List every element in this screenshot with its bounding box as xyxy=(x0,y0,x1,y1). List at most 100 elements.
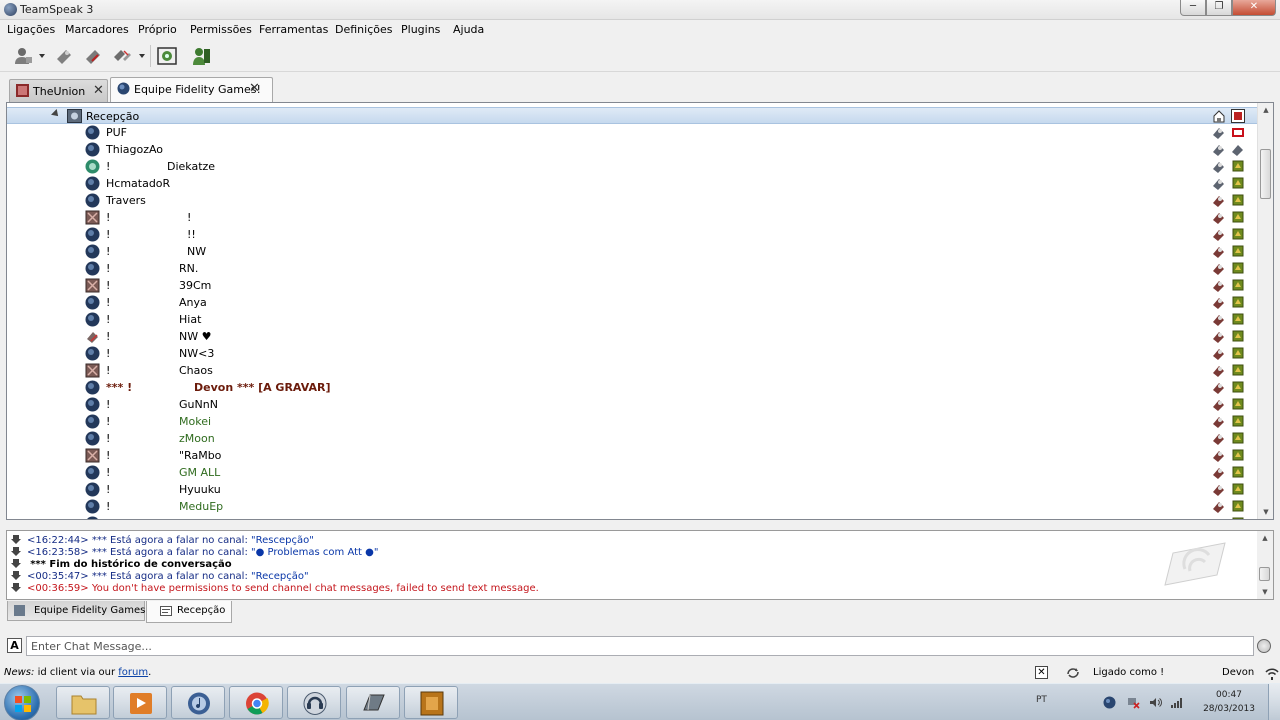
sync-icon[interactable] xyxy=(1065,666,1081,680)
client-row[interactable]: ! zMoon xyxy=(7,430,1257,447)
windows-taskbar: PT 00:47 28/03/2013 xyxy=(0,683,1280,720)
news-tail: . xyxy=(148,667,152,678)
client-group-icon xyxy=(1213,298,1224,309)
client-row[interactable]: ! MeduEp xyxy=(7,498,1257,515)
teamspeak-icon xyxy=(4,3,17,16)
client-row[interactable]: ! NW<3 xyxy=(7,345,1257,362)
bookmark-icon[interactable] xyxy=(53,45,75,67)
client-row[interactable]: !!! xyxy=(7,226,1257,243)
client-row[interactable]: ! Hyuuku xyxy=(7,481,1257,498)
client-row[interactable]: ! Mokei xyxy=(7,413,1257,430)
tray-teamspeak-icon[interactable] xyxy=(1103,696,1116,709)
client-row[interactable]: *** ! Devon *** [A GRAVAR] xyxy=(7,379,1257,396)
menu-permissoes[interactable]: Permissões xyxy=(190,23,252,36)
client-row[interactable]: ! GM ALL xyxy=(7,464,1257,481)
text-format-button[interactable]: A xyxy=(7,638,22,653)
collapse-arrow-icon[interactable] xyxy=(51,109,61,119)
scroll-down-icon[interactable]: ▼ xyxy=(1258,505,1273,519)
connection-status: Ligado como ! xyxy=(1093,667,1165,678)
minimize-button[interactable]: ─ xyxy=(1180,0,1206,16)
client-row[interactable]: ! NW xyxy=(7,243,1257,260)
chat-message-input[interactable] xyxy=(26,636,1254,656)
log-scroll-down-icon[interactable]: ▼ xyxy=(1257,585,1273,599)
log-entry: <00:36:59> You don't have permissions to… xyxy=(11,582,539,594)
disconnect-icon[interactable] xyxy=(82,45,104,67)
menu-marcadores[interactable]: Marcadores xyxy=(65,23,129,36)
menu-plugins[interactable]: Plugins xyxy=(401,23,440,36)
log-channel-link[interactable]: "Rescepção" xyxy=(251,535,314,546)
client-prefix: ! xyxy=(106,279,111,292)
menu-ligacoes[interactable]: Ligações xyxy=(7,23,55,36)
mute-microphone-icon[interactable] xyxy=(156,45,178,67)
channel-row[interactable]: Recepção xyxy=(7,107,1257,124)
tab-equipe-fidelity-games[interactable]: Equipe Fidelity Games! ✕ xyxy=(110,77,273,103)
log-channel-link[interactable]: "● Problemas com Att ●" xyxy=(251,547,378,558)
tab-close-icon[interactable]: ✕ xyxy=(93,83,104,98)
chat-tab-channel[interactable]: Recepção xyxy=(146,601,232,623)
taskbar-game[interactable] xyxy=(404,686,458,719)
menu-ferramentas[interactable]: Ferramentas xyxy=(259,23,328,36)
taskbar-itunes[interactable] xyxy=(171,686,225,719)
taskbar-explorer[interactable] xyxy=(56,686,110,719)
menu-proprio[interactable]: Próprio xyxy=(138,23,177,36)
news-forum-link[interactable]: forum xyxy=(118,667,148,678)
emoticon-icon[interactable] xyxy=(1257,639,1271,653)
client-row[interactable]: ! NW ♥ xyxy=(7,328,1257,345)
client-row[interactable]: ! Chaos xyxy=(7,362,1257,379)
client-row[interactable]: !! xyxy=(7,209,1257,226)
connect-dropdown-icon[interactable] xyxy=(39,54,45,58)
tray-network-warning-icon[interactable] xyxy=(1127,696,1140,709)
show-desktop-button[interactable] xyxy=(1268,684,1280,720)
taskbar-chrome[interactable] xyxy=(229,686,283,719)
taskbar-app[interactable] xyxy=(346,686,400,719)
tray-signal-icon[interactable] xyxy=(1170,696,1183,709)
log-message: *** Está agora a falar no canal: xyxy=(91,535,252,546)
start-button[interactable] xyxy=(4,685,40,720)
client-group-icon xyxy=(1213,247,1224,258)
menu-definicoes[interactable]: Definições xyxy=(335,23,392,36)
client-rank-icon xyxy=(1232,279,1244,291)
client-row[interactable]: Travers xyxy=(7,192,1257,209)
log-arrow-icon xyxy=(11,583,21,592)
client-row[interactable]: ThiagozAo xyxy=(7,141,1257,158)
tab-label: TheUnion xyxy=(33,85,86,98)
menu-ajuda[interactable]: Ajuda xyxy=(453,23,484,36)
log-scroll-thumb[interactable] xyxy=(1259,567,1270,581)
away-icon[interactable] xyxy=(111,45,133,67)
taskbar-teamspeak[interactable] xyxy=(287,686,341,719)
connect-icon[interactable] xyxy=(12,45,34,67)
tree-scrollbar[interactable]: ▲ ▼ xyxy=(1257,103,1273,519)
maximize-button[interactable]: ❐ xyxy=(1206,0,1232,16)
mute-speakers-icon[interactable] xyxy=(190,45,212,67)
client-name: Chaos xyxy=(179,364,213,377)
taskbar-clock[interactable]: 00:47 28/03/2013 xyxy=(1200,688,1258,716)
client-row[interactable]: ! Anya xyxy=(7,294,1257,311)
log-scroll-up-icon[interactable]: ▲ xyxy=(1257,531,1273,545)
scroll-thumb[interactable] xyxy=(1260,149,1271,199)
client-row[interactable]: PUF xyxy=(7,124,1257,141)
taskbar-media-player[interactable] xyxy=(113,686,167,719)
windows-logo-icon xyxy=(15,696,31,712)
chat-tab-server[interactable]: Equipe Fidelity Games! xyxy=(7,601,149,621)
client-rank-icon xyxy=(1232,177,1244,189)
client-row[interactable]: rSahufo xyxy=(7,515,1257,519)
close-window-button[interactable]: ✕ xyxy=(1232,0,1276,16)
client-group-icon xyxy=(1213,213,1224,224)
client-row[interactable]: ! RN. xyxy=(7,260,1257,277)
client-rank-icon xyxy=(1232,432,1244,444)
client-row[interactable]: ! 39Cm xyxy=(7,277,1257,294)
log-channel-link[interactable]: "Recepção" xyxy=(251,571,309,582)
client-row[interactable]: ! Hiat xyxy=(7,311,1257,328)
tray-volume-icon[interactable] xyxy=(1149,696,1162,709)
scroll-up-icon[interactable]: ▲ xyxy=(1258,103,1273,117)
log-scrollbar[interactable]: ▲ ▼ xyxy=(1257,531,1273,599)
tab-close-icon[interactable]: ✕ xyxy=(249,81,260,96)
client-row[interactable]: ! GuNnN xyxy=(7,396,1257,413)
client-row[interactable]: ! "RaMbo xyxy=(7,447,1257,464)
news-close-button[interactable]: ✕ xyxy=(1035,666,1048,679)
away-dropdown-icon[interactable] xyxy=(139,54,145,58)
client-row[interactable]: HcmatadoR xyxy=(7,175,1257,192)
client-row[interactable]: ! Diekatze xyxy=(7,158,1257,175)
keyboard-language[interactable]: PT xyxy=(1036,695,1047,705)
tab-theunion[interactable]: TheUnion ✕ xyxy=(9,79,108,103)
